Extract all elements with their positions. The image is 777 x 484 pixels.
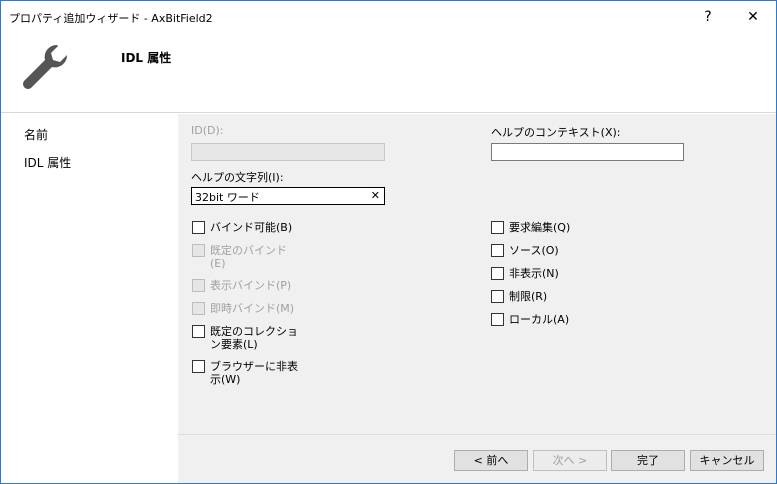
checkbox-restricted[interactable]: 制限(R) bbox=[491, 290, 547, 303]
finish-button[interactable]: 完了 bbox=[611, 450, 685, 471]
checkbox-bindable[interactable]: バインド可能(B) bbox=[192, 221, 302, 234]
help-string-label: ヘルプの文字列(I): bbox=[191, 171, 284, 184]
title-bar: プロパティ追加ウィザード - AxBitField2 ? ✕ bbox=[1, 1, 776, 33]
page-title: IDL 属性 bbox=[121, 51, 172, 65]
wizard-header: IDL 属性 bbox=[1, 33, 776, 113]
help-context-label: ヘルプのコンテキスト(X): bbox=[491, 126, 621, 139]
checkbox-box[interactable] bbox=[192, 360, 205, 373]
checkbox-box[interactable] bbox=[491, 244, 504, 257]
cancel-button[interactable]: キャンセル bbox=[690, 450, 764, 471]
sidebar: 名前 IDL 属性 bbox=[1, 114, 178, 483]
help-string-value: 32bit ワード bbox=[195, 191, 260, 204]
sidebar-item-name[interactable]: 名前 bbox=[24, 126, 48, 143]
sidebar-item-idl-attributes[interactable]: IDL 属性 bbox=[24, 154, 71, 171]
checkbox-box[interactable] bbox=[491, 221, 504, 234]
main-panel: ID(D): ヘルプの文字列(I): 32bit ワード ✕ ヘルプのコンテキス… bbox=[178, 114, 776, 483]
help-button[interactable]: ? bbox=[693, 5, 723, 29]
checkbox-hide-from-browser[interactable]: ブラウザーに非表示(W) bbox=[192, 360, 302, 386]
wrench-icon bbox=[22, 44, 68, 90]
id-label: ID(D): bbox=[191, 124, 224, 137]
checkbox-box bbox=[192, 279, 205, 292]
wizard-window: プロパティ追加ウィザード - AxBitField2 ? ✕ IDL 属性 名前… bbox=[0, 0, 777, 484]
help-string-input[interactable]: 32bit ワード ✕ bbox=[191, 187, 385, 205]
checkbox-box bbox=[192, 244, 205, 257]
close-button[interactable]: ✕ bbox=[738, 5, 768, 29]
checkbox-hidden[interactable]: 非表示(N) bbox=[491, 267, 559, 280]
checkbox-display-bind: 表示バインド(P) bbox=[192, 279, 312, 292]
footer-divider bbox=[178, 434, 776, 435]
back-button[interactable]: < 前へ bbox=[454, 450, 528, 471]
next-button: 次へ > bbox=[533, 450, 607, 471]
checkbox-local[interactable]: ローカル(A) bbox=[491, 313, 569, 326]
checkbox-immediate-bind: 即時バインド(M) bbox=[192, 302, 312, 315]
checkbox-default-collelem[interactable]: 既定のコレクション要素(L) bbox=[192, 325, 302, 351]
checkbox-default-bind: 既定のバインド(E) bbox=[192, 244, 302, 270]
checkbox-source[interactable]: ソース(O) bbox=[491, 244, 559, 257]
clear-icon[interactable]: ✕ bbox=[371, 189, 380, 202]
checkbox-box[interactable] bbox=[192, 325, 205, 338]
checkbox-box[interactable] bbox=[491, 290, 504, 303]
checkbox-box[interactable] bbox=[491, 313, 504, 326]
window-title: プロパティ追加ウィザード - AxBitField2 bbox=[9, 12, 213, 25]
checkbox-box[interactable] bbox=[491, 267, 504, 280]
checkbox-request-edit[interactable]: 要求編集(Q) bbox=[491, 221, 570, 234]
checkbox-box[interactable] bbox=[192, 221, 205, 234]
checkbox-box bbox=[192, 302, 205, 315]
help-context-input[interactable] bbox=[491, 143, 684, 161]
id-input bbox=[191, 143, 385, 161]
